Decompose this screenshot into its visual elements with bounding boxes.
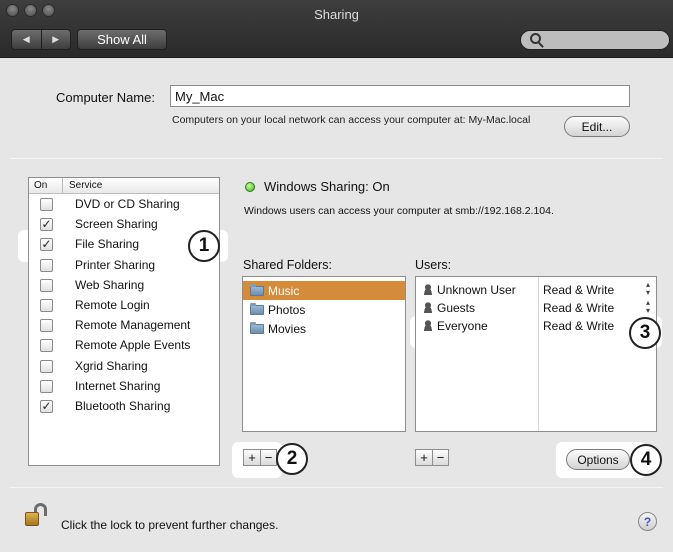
users-table: Unknown User Read & Write ▴ ▾ Guests Read & W… [415,276,657,432]
nav-back-forward: ◀ ▶ [11,29,71,50]
folder-icon [250,302,264,315]
service-list-header: On Service [29,178,219,194]
user-row[interactable]: Everyone Read & Write [416,317,656,335]
title-bar: Sharing ◀ ▶ Show All [0,0,673,58]
remove-folder-button[interactable]: − [260,450,276,465]
service-checkbox[interactable] [40,339,53,353]
service-row[interactable]: Web Sharing [29,275,219,295]
service-row[interactable]: ✓ Bluetooth Sharing [29,396,219,416]
user-permission-select[interactable]: Read & Write [543,319,614,333]
shared-folder-item[interactable]: Photos [243,300,405,319]
folder-add-remove: + − [243,449,277,466]
service-label: Remote Management [75,318,191,333]
search-field[interactable] [520,30,670,50]
folder-icon [250,283,264,296]
lock-icon[interactable] [24,503,50,527]
user-name: Guests [437,301,476,315]
shared-folders-label: Shared Folders: [243,258,332,272]
forward-arrow-icon: ▶ [52,34,60,44]
add-folder-button[interactable]: + [244,450,260,465]
popup-arrows-icon[interactable]: ▴ ▾ [646,281,650,297]
callout-badge-3: 3 [629,317,661,349]
sharing-window: Sharing ◀ ▶ Show All Computer Name: My_M… [0,0,673,552]
header-service: Service [62,178,102,193]
service-checkbox[interactable] [40,198,53,211]
service-label: Printer Sharing [75,257,156,272]
edit-button[interactable]: Edit... [564,116,630,137]
section-divider [10,158,663,159]
forward-button[interactable]: ▶ [40,30,71,49]
callout-badge-4: 4 [630,444,662,476]
status-title: Windows Sharing: On [264,179,390,194]
remove-user-button[interactable]: − [432,450,448,465]
callout-badge-1: 1 [188,230,220,262]
service-checkbox[interactable] [40,359,53,373]
service-row[interactable]: ✓ Screen Sharing [29,214,219,234]
service-checkbox[interactable] [40,379,53,393]
group-icon [422,302,434,313]
shared-folder-label: Music [268,283,300,298]
shared-folder-label: Movies [268,321,307,336]
computer-name-label: Computer Name: [56,90,155,105]
shared-folder-item[interactable]: Music [243,281,405,300]
computer-name-note: Computers on your local network can acce… [172,114,531,126]
service-checkbox[interactable] [40,319,53,333]
service-label: DVD or CD Sharing [75,197,180,211]
service-row[interactable]: DVD or CD Sharing [29,194,219,214]
user-add-remove: + − [415,449,449,466]
service-checkbox[interactable]: ✓ [40,399,53,413]
user-permission-select[interactable]: Read & Write [543,283,614,297]
everyone-icon [422,320,434,331]
shared-folder-item[interactable]: Movies [243,319,405,338]
service-row[interactable]: Printer Sharing [29,255,219,275]
service-label: File Sharing [75,237,140,252]
back-button[interactable]: ◀ [12,30,41,49]
status-indicator-icon [245,182,255,192]
status-description: Windows users can access your computer a… [244,205,554,217]
service-row[interactable]: Remote Apple Events [29,335,219,355]
service-label: Screen Sharing [75,217,158,232]
callout-badge-2: 2 [276,443,308,475]
shared-folders-list: Music Photos Movies [242,276,406,432]
service-row[interactable]: Xgrid Sharing [29,356,219,376]
service-label: Internet Sharing [75,378,161,393]
service-checkbox[interactable]: ✓ [40,238,53,252]
single-user-icon [422,284,434,295]
back-arrow-icon: ◀ [22,34,30,44]
computer-name-input[interactable]: My_Mac [170,85,630,107]
add-user-button[interactable]: + [416,450,432,465]
header-on: On [34,180,48,191]
service-checkbox[interactable] [40,298,53,312]
shared-folder-label: Photos [268,302,306,317]
users-label: Users: [415,258,452,272]
service-checkbox[interactable] [40,278,53,292]
service-label: Web Sharing [75,277,145,292]
service-label: Remote Apple Events [75,338,191,353]
lock-message: Click the lock to prevent further change… [61,518,279,532]
search-icon [530,33,541,44]
user-name: Everyone [437,319,488,333]
service-label: Bluetooth Sharing [75,398,171,413]
service-row[interactable]: Remote Login [29,295,219,315]
options-button[interactable]: Options [566,449,630,470]
service-list: On Service DVD or CD Sharing ✓ Screen Shar… [28,177,220,466]
service-label: Remote Login [75,297,150,312]
service-checkbox[interactable] [40,258,53,272]
service-checkbox[interactable]: ✓ [40,218,53,232]
user-row[interactable]: Guests Read & Write ▴ ▾ [416,299,656,317]
user-row[interactable]: Unknown User Read & Write ▴ ▾ [416,281,656,299]
service-row[interactable]: Remote Management [29,315,219,335]
folder-icon [250,321,264,334]
help-button[interactable]: ? [638,512,657,531]
footer-divider [10,487,663,488]
window-title: Sharing [314,7,359,22]
service-label: Xgrid Sharing [75,358,148,373]
popup-arrows-icon[interactable]: ▴ ▾ [646,299,650,315]
user-permission-select[interactable]: Read & Write [543,301,614,315]
service-row[interactable]: Internet Sharing [29,376,219,396]
user-name: Unknown User [437,283,516,297]
show-all-button[interactable]: Show All [77,29,167,50]
